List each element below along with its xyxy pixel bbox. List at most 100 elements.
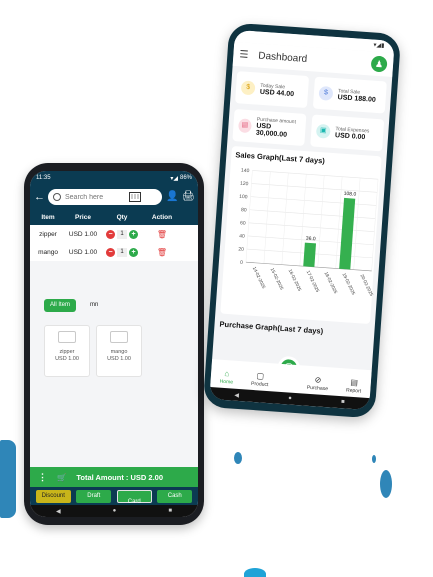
- nav-home[interactable]: ⌂ Home: [219, 369, 233, 386]
- more-options-icon[interactable]: ⋮: [38, 472, 47, 483]
- x-tick-label: 15-02-2025: [270, 267, 285, 291]
- menu-icon[interactable]: ☰: [239, 49, 249, 61]
- product-name: mango: [110, 349, 128, 355]
- stat-today-sale: $ Today Sale USD 44.00: [235, 71, 310, 109]
- gridline-vertical: [371, 179, 379, 271]
- nav-recents-icon[interactable]: ■: [168, 508, 172, 514]
- header-action: Action: [151, 213, 173, 221]
- stage: 11:35 ▾◢86% ← ||| 👤 🖨 Item Price Qty Act…: [0, 0, 433, 577]
- y-tick-label: 60: [240, 220, 246, 226]
- printer-icon[interactable]: 🖨: [182, 191, 195, 203]
- purchase-icon: ⊘: [314, 375, 322, 385]
- qty-value[interactable]: 1: [117, 229, 127, 239]
- add-customer-icon[interactable]: 👤: [166, 191, 178, 203]
- x-tick-label: 19-02-2025: [341, 272, 356, 296]
- stat-value: USD 188.00: [337, 93, 376, 104]
- gridline: [251, 183, 378, 193]
- signal-icon: ▾◢: [170, 175, 178, 182]
- decrease-qty-button[interactable]: −: [106, 247, 115, 257]
- filter-all-item[interactable]: All Item: [44, 299, 77, 312]
- qty-stepper: − 1 +: [100, 229, 144, 239]
- cart-icon: ▤: [237, 118, 252, 134]
- nav-back-icon[interactable]: ◀: [234, 391, 239, 398]
- nav-report[interactable]: ▤ Report: [346, 378, 362, 395]
- system-nav-bar: ◀ ● ■: [30, 505, 198, 517]
- x-tick-label: 20-02-2025: [359, 273, 374, 297]
- product-card[interactable]: zipper USD 1.00: [44, 325, 90, 377]
- dashboard-screen: ▾◢▮ ☰ Dashboard ♟ $ Today Sale USD 44.00 …: [209, 29, 395, 411]
- table-row: zipper USD 1.00 − 1 + 🗑: [30, 225, 198, 243]
- nav-back-icon[interactable]: ◀: [56, 508, 61, 515]
- product-grid: zipper USD 1.00 mango USD 1.00: [44, 325, 142, 377]
- avatar[interactable]: ♟: [370, 55, 388, 73]
- x-tick-label: 18-02-2025: [324, 271, 339, 295]
- status-icons: ▾◢▮: [373, 42, 385, 50]
- bar: [339, 197, 356, 270]
- image-placeholder-icon: [58, 331, 76, 343]
- decrease-qty-button[interactable]: −: [106, 229, 115, 239]
- nav-home-icon[interactable]: ●: [288, 395, 292, 401]
- header-item: Item: [41, 213, 55, 221]
- pos-screen: 11:35 ▾◢86% ← ||| 👤 🖨 Item Price Qty Act…: [30, 171, 198, 517]
- row-price: USD 1.00: [68, 248, 98, 256]
- y-tick-label: 40: [239, 233, 245, 239]
- filter-mn[interactable]: mn: [84, 299, 104, 312]
- delete-cell: 🗑: [144, 230, 180, 239]
- row-price: USD 1.00: [68, 230, 98, 238]
- gridline-vertical: [281, 172, 289, 265]
- cart-icon: 🛒: [57, 472, 67, 482]
- dollar-icon: $: [318, 85, 334, 101]
- search-box[interactable]: |||: [48, 189, 162, 205]
- dashboard-phone: ▾◢▮ ☰ Dashboard ♟ $ Today Sale USD 44.00 …: [202, 22, 402, 419]
- x-tick-label: 17-02-2025: [306, 270, 321, 294]
- data-label: 108.0: [343, 191, 356, 198]
- product-name: zipper: [59, 349, 75, 355]
- x-tick-label: 16-02-2025: [288, 268, 303, 292]
- sales-bar-chart: 0 20 40 60 80 100 120 140 14-02-2025 15-02-2025 16…: [238, 168, 379, 297]
- product-price: USD 1.00: [55, 356, 79, 362]
- product-card[interactable]: mango USD 1.00: [96, 325, 142, 377]
- paint-splash: [0, 440, 16, 518]
- draft-button[interactable]: Draft: [76, 489, 112, 503]
- stats-grid: $ Today Sale USD 44.00 $ Total Sale USD 18…: [227, 66, 392, 157]
- payment-bar: Discount Draft Card Cash: [30, 487, 198, 505]
- nav-product[interactable]: ▢ Product: [251, 371, 269, 388]
- row-item: zipper: [39, 230, 57, 238]
- cash-button[interactable]: Cash: [157, 489, 193, 503]
- card-button[interactable]: Card: [116, 489, 152, 505]
- box-icon: ▢: [256, 371, 265, 381]
- increase-qty-button[interactable]: +: [129, 229, 138, 239]
- delete-cell: 🗑: [144, 248, 180, 257]
- nav-purchase[interactable]: ⊘ Purchase: [307, 375, 329, 392]
- stat-total-sale: $ Total Sale USD 188.00: [312, 76, 387, 114]
- status-time: 11:35: [36, 175, 51, 181]
- paint-splash: [380, 470, 392, 498]
- total-amount: Total Amount : USD 2.00: [76, 472, 164, 482]
- y-tick-label: 140: [241, 168, 250, 175]
- nav-home-icon[interactable]: ●: [113, 508, 117, 514]
- pos-phone: 11:35 ▾◢86% ← ||| 👤 🖨 Item Price Qty Act…: [24, 163, 204, 525]
- x-tick-label: 14-02-2025: [252, 266, 267, 290]
- gridline: [252, 170, 379, 180]
- header-price: Price: [75, 213, 91, 221]
- home-icon: ⌂: [224, 368, 230, 379]
- back-arrow-icon[interactable]: ←: [34, 191, 45, 203]
- table-row: mango USD 1.00 − 1 + 🗑: [30, 243, 198, 261]
- trash-icon[interactable]: 🗑: [157, 248, 167, 257]
- search-input[interactable]: [65, 193, 125, 201]
- wallet-icon: ▣: [315, 123, 331, 139]
- row-item: mango: [38, 248, 58, 256]
- trash-icon[interactable]: 🗑: [157, 230, 167, 239]
- status-battery: ▾◢ 86%: [170, 174, 192, 182]
- nav-recents-icon[interactable]: ■: [341, 399, 345, 405]
- y-tick-label: 20: [238, 246, 244, 252]
- pos-toolbar: ← ||| 👤 🖨: [30, 185, 198, 209]
- barcode-scan-icon[interactable]: |||: [129, 192, 141, 202]
- y-tick-label: 100: [239, 194, 248, 201]
- gridline: [248, 222, 375, 232]
- gridline-vertical: [263, 171, 271, 264]
- cart-table-header: Item Price Qty Action: [30, 209, 198, 225]
- increase-qty-button[interactable]: +: [129, 247, 138, 257]
- discount-button[interactable]: Discount: [35, 489, 71, 503]
- qty-value[interactable]: 1: [117, 247, 127, 257]
